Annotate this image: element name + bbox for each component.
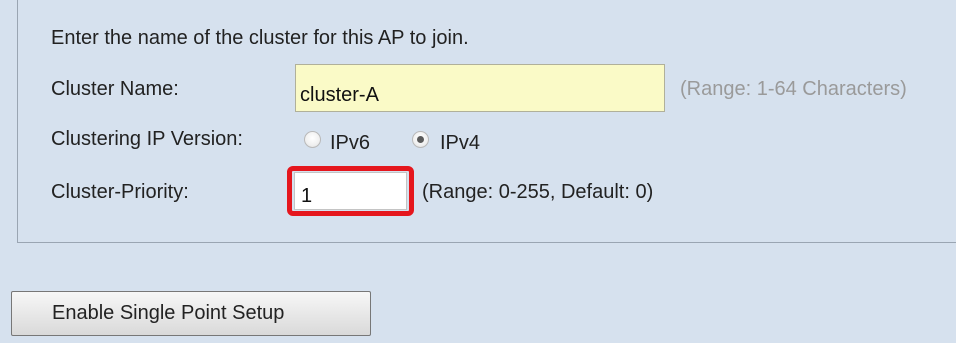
cluster-name-range-hint: (Range: 1-64 Characters) (680, 78, 907, 100)
enable-single-point-setup-button[interactable]: Enable Single Point Setup (11, 291, 371, 336)
cluster-priority-input[interactable] (294, 172, 407, 210)
ipv4-radio-label: IPv4 (440, 132, 481, 154)
cluster-instruction-text: Enter the name of the cluster for this A… (51, 27, 469, 49)
cluster-priority-label: Cluster-Priority: (51, 181, 189, 203)
cluster-priority-range-hint: (Range: 0-255, Default: 0) (422, 181, 654, 203)
ip-version-label: Clustering IP Version: (51, 128, 243, 150)
cluster-name-input[interactable] (295, 64, 665, 112)
cluster-name-label: Cluster Name: (51, 78, 179, 100)
ipv6-radio[interactable] (304, 131, 321, 148)
ipv6-radio-label: IPv6 (330, 132, 371, 154)
radio-selected-dot (417, 136, 424, 143)
ipv4-radio[interactable] (412, 131, 429, 148)
